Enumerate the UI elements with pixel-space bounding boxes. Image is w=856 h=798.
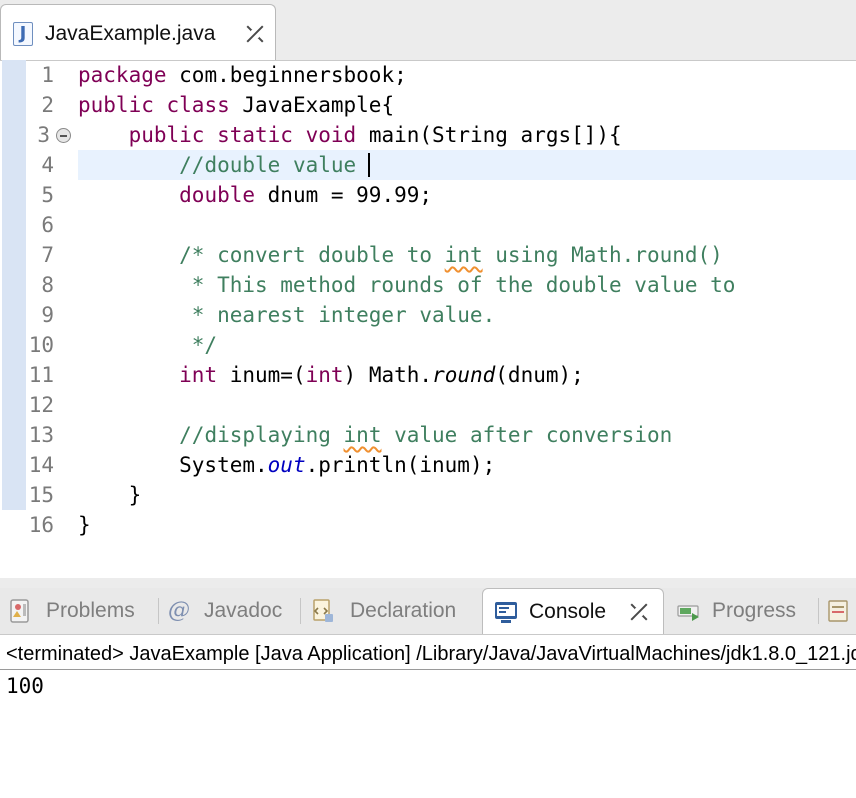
- console-icon: [495, 602, 517, 623]
- bottom-views-panel: Problems @ Javadoc Declaration Console P…: [0, 588, 856, 798]
- tab-problems[interactable]: Problems: [0, 588, 156, 634]
- tab-label: Console: [529, 600, 607, 623]
- editor-tab-label: JavaExample.java: [45, 22, 216, 45]
- console-status-line: <terminated> JavaExample [Java Applicati…: [0, 638, 856, 670]
- problems-icon: [10, 599, 29, 623]
- line-number: 16: [28, 513, 54, 537]
- code-line-3: public static void main(String args[]){: [128, 123, 622, 147]
- line-number: 10: [28, 333, 54, 357]
- code-line-14: System.out.println(inum);: [78, 453, 496, 477]
- line-number: 3: [37, 123, 50, 147]
- overflow-view-icon[interactable]: [826, 598, 852, 624]
- tab-separator: [158, 598, 159, 624]
- line-number: 2: [41, 93, 54, 117]
- code-line-10: */: [78, 333, 218, 357]
- view-tab-bar: Problems @ Javadoc Declaration Console P…: [0, 588, 856, 635]
- tab-label: Javadoc: [204, 599, 283, 622]
- code-line-4: //double value: [179, 153, 357, 177]
- tab-label: Declaration: [350, 599, 457, 622]
- code-editor: J JavaExample.java 1 2 3 4 5 6 7 8 9 10 …: [0, 0, 856, 579]
- code-line-16: }: [78, 513, 91, 537]
- close-tab-icon[interactable]: [245, 24, 265, 44]
- code-line-9: * nearest integer value.: [78, 303, 496, 327]
- line-number: 11: [28, 363, 54, 387]
- code-line-1: package com.beginnersbook;: [78, 63, 407, 87]
- code-area[interactable]: 1 2 3 4 5 6 7 8 9 10 11 12 13 14 15 16 p…: [0, 60, 856, 577]
- line-number: 14: [28, 453, 54, 477]
- code-line-7: /* convert double to int using Math.roun…: [179, 243, 723, 267]
- tab-separator: [818, 598, 819, 624]
- code-line-15: }: [78, 483, 142, 507]
- editor-tab-bar: J JavaExample.java: [0, 0, 856, 61]
- code-line-8: * This method rounds of the double value…: [78, 273, 736, 297]
- line-number: 8: [41, 273, 54, 297]
- tab-javadoc[interactable]: @ Javadoc: [162, 588, 298, 634]
- line-number: 4: [41, 153, 54, 177]
- line-number: 12: [28, 393, 54, 417]
- line-number: 7: [41, 243, 54, 267]
- line-number: 9: [41, 303, 54, 327]
- code-line-2: public class JavaExample{: [78, 93, 395, 117]
- console-output[interactable]: 100: [6, 674, 44, 698]
- line-number: 5: [41, 183, 54, 207]
- editor-tab-javaexample[interactable]: J JavaExample.java: [0, 4, 276, 60]
- tab-declaration[interactable]: Declaration: [304, 588, 480, 634]
- java-file-icon: J: [13, 22, 33, 46]
- text-cursor: [368, 153, 370, 177]
- progress-icon: [677, 605, 699, 621]
- panel-divider[interactable]: [0, 578, 856, 588]
- tab-label: Progress: [712, 599, 797, 622]
- declaration-icon: [313, 599, 333, 622]
- close-console-icon[interactable]: [629, 602, 649, 622]
- tab-progress[interactable]: Progress: [670, 588, 816, 634]
- line-number: 15: [28, 483, 54, 507]
- code-line-11: int inum=(int) Math.round(dnum);: [179, 363, 584, 387]
- line-number: 13: [28, 423, 54, 447]
- tab-label: Problems: [46, 599, 135, 622]
- tab-separator: [300, 598, 301, 624]
- fold-collapse-icon[interactable]: [56, 128, 71, 143]
- tab-console[interactable]: Console: [482, 588, 664, 634]
- line-number: 6: [41, 213, 54, 237]
- code-line-5: double dnum = 99.99;: [179, 183, 433, 207]
- javadoc-icon: @: [168, 598, 190, 623]
- code-line-13: //displaying int value after conversion: [179, 423, 673, 447]
- line-number: 1: [41, 63, 54, 87]
